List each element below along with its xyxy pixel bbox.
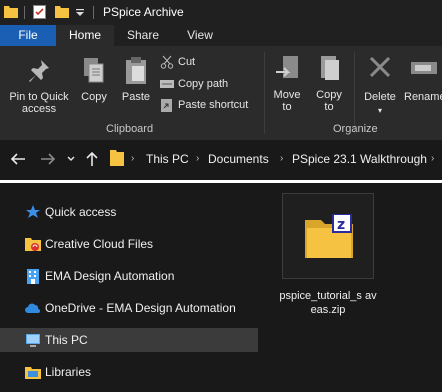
group-separator [354,52,355,134]
ribbon-tabs: File Home Share View [0,25,442,46]
copy-button[interactable]: Copy [74,56,114,103]
new-folder-icon[interactable] [55,5,69,21]
delete-x-icon [369,56,391,78]
delete-button[interactable]: Delete ▾ [358,54,402,117]
move-to-label: Move to [273,89,301,113]
rename-icon [411,62,437,74]
nav-item-ema-design-automation[interactable]: EMA Design Automation [0,264,258,288]
back-arrow-icon[interactable] [10,151,26,167]
star-icon [25,204,41,220]
nav-item-quick-access[interactable]: Quick access [0,200,258,224]
cut-button[interactable]: Cut [160,54,195,70]
breadcrumb-this-pc[interactable]: This PC [146,152,189,166]
group-separator [264,52,265,134]
up-arrow-icon[interactable] [84,151,100,167]
clipboard-group-label: Clipboard [106,123,154,135]
onedrive-cloud-icon [25,300,41,316]
nav-item-label: Quick access [45,205,117,219]
title-separator [24,6,25,19]
properties-icon[interactable] [33,5,46,22]
paste-shortcut-label: Paste shortcut [178,99,249,111]
recent-locations-chevron-icon[interactable] [66,151,76,167]
breadcrumb-chevron-icon[interactable]: › [431,153,434,164]
building-icon [25,268,41,284]
paste-icon [126,57,146,84]
copy-icon [84,58,104,83]
file-list: z pspice_tutorial_s aveas.zip [262,183,442,392]
tab-home[interactable]: Home [56,25,114,46]
file-item[interactable]: z [282,193,374,279]
forward-arrow-icon[interactable] [40,151,56,167]
nav-item-creative-cloud-files[interactable]: Creative Cloud Files [0,232,258,256]
breadcrumb-chevron-icon[interactable]: › [131,153,134,164]
svg-text:z: z [337,217,345,233]
breadcrumb-documents[interactable]: Documents [208,152,269,166]
paste-label: Paste [121,91,151,103]
copy-path-icon [160,80,174,88]
title-separator [93,6,94,19]
cut-label: Cut [178,56,196,68]
copy-path-label: Copy path [178,78,229,90]
rename-button[interactable]: Rename [402,54,442,103]
folder-icon [110,149,124,170]
customize-qat-icon[interactable] [75,7,85,21]
move-to-button[interactable]: Move to [268,54,306,113]
copy-to-label: Copy to [316,89,342,113]
tab-share[interactable]: Share [114,25,172,46]
creative-cloud-folder-icon [25,236,41,252]
copy-to-button[interactable]: Copy to [310,54,348,113]
nav-item-this-pc[interactable]: This PC [0,328,258,352]
zip-folder-icon: z [305,213,353,261]
libraries-folder-icon [25,364,41,380]
paste-button[interactable]: Paste [116,56,156,103]
title-bar: PSpice Archive [0,0,442,25]
window-title: PSpice Archive [103,5,184,19]
copy-path-button[interactable]: Copy path [160,76,228,92]
nav-item-label: Creative Cloud Files [45,237,154,251]
rename-label: Rename [404,91,442,103]
nav-item-label: EMA Design Automation [45,269,175,283]
organize-group-label: Organize [333,123,378,135]
pin-icon [29,60,49,82]
breadcrumb-chevron-icon[interactable]: › [196,153,199,164]
pin-label: Pin to Quick access [9,91,69,115]
copy-label: Copy [81,91,107,103]
address-bar-row: › This PC › Documents › PSpice 23.1 Walk… [0,140,442,178]
nav-item-label: OneDrive - EMA Design Automation [45,301,236,315]
navigation-pane: Quick access Creative Cloud Files EMA De… [0,183,262,392]
copy-to-icon [321,56,339,80]
tab-file[interactable]: File [0,25,56,46]
breadcrumb-chevron-icon[interactable]: › [280,153,283,164]
chevron-down-icon: ▾ [377,106,382,115]
scissors-icon [160,55,174,69]
ribbon: Pin to Quick access Copy Paste Cut Copy … [0,46,442,140]
tab-view[interactable]: View [172,25,228,46]
delete-label: Delete [364,91,396,103]
folder-icon [4,5,18,21]
paste-shortcut-button[interactable]: Paste shortcut [160,97,248,113]
breadcrumb-pspice-walkthrough[interactable]: PSpice 23.1 Walkthrough [292,152,427,166]
move-to-icon [276,56,298,78]
paste-shortcut-icon [161,99,172,112]
nav-item-onedrive[interactable]: OneDrive - EMA Design Automation [0,296,258,320]
file-name[interactable]: pspice_tutorial_s aveas.zip [278,289,378,317]
nav-item-label: Libraries [45,365,92,379]
pin-to-quick-access-button[interactable]: Pin to Quick access [4,58,74,115]
nav-item-label: This PC [45,333,88,347]
nav-item-libraries[interactable]: Libraries [0,360,258,384]
computer-icon [25,332,41,348]
